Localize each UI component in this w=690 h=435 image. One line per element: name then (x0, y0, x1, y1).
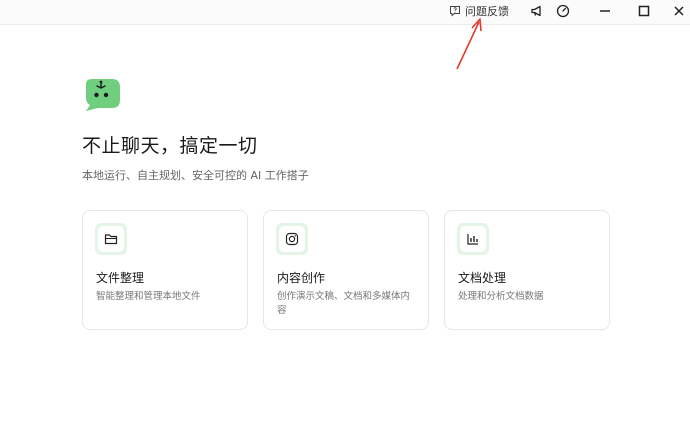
megaphone-icon[interactable] (530, 4, 544, 18)
card-title: 内容创作 (277, 271, 326, 285)
feedback-button[interactable]: 问题反馈 (449, 3, 509, 19)
maximize-button[interactable] (636, 3, 652, 19)
app-logo (86, 79, 120, 111)
feedback-icon (450, 6, 460, 17)
card-file-organize[interactable]: 文件整理 智能整理和管理本地文件 (82, 210, 248, 330)
feedback-label: 问题反馈 (465, 5, 509, 18)
gauge-icon[interactable] (556, 4, 570, 18)
card-icon-wrap (95, 223, 127, 255)
maximize-icon (638, 5, 650, 17)
title-bar: 问题反馈 (0, 0, 690, 25)
card-icon-wrap (276, 223, 308, 255)
page-subtitle: 本地运行、自主规划、安全可控的 AI 工作搭子 (82, 169, 309, 182)
card-description: 创作演示文稿、文档和多媒体内容 (277, 291, 411, 316)
minimize-button[interactable] (597, 3, 613, 19)
close-icon (674, 6, 684, 16)
card-description: 处理和分析文档数据 (458, 291, 544, 302)
close-button[interactable] (671, 3, 687, 19)
minimize-icon (600, 10, 610, 12)
card-title: 文件整理 (96, 271, 145, 285)
page-title: 不止聊天，搞定一切 (82, 135, 258, 157)
bar-chart-icon (467, 234, 478, 245)
folder-icon (104, 234, 118, 245)
card-title: 文档处理 (458, 271, 507, 285)
card-content-create[interactable]: 内容创作 创作演示文稿、文档和多媒体内容 (263, 210, 429, 330)
card-icon-wrap (457, 223, 489, 255)
card-document-process[interactable]: 文档处理 处理和分析文档数据 (444, 210, 610, 330)
card-description: 智能整理和管理本地文件 (96, 291, 201, 302)
camera-icon (285, 232, 299, 246)
